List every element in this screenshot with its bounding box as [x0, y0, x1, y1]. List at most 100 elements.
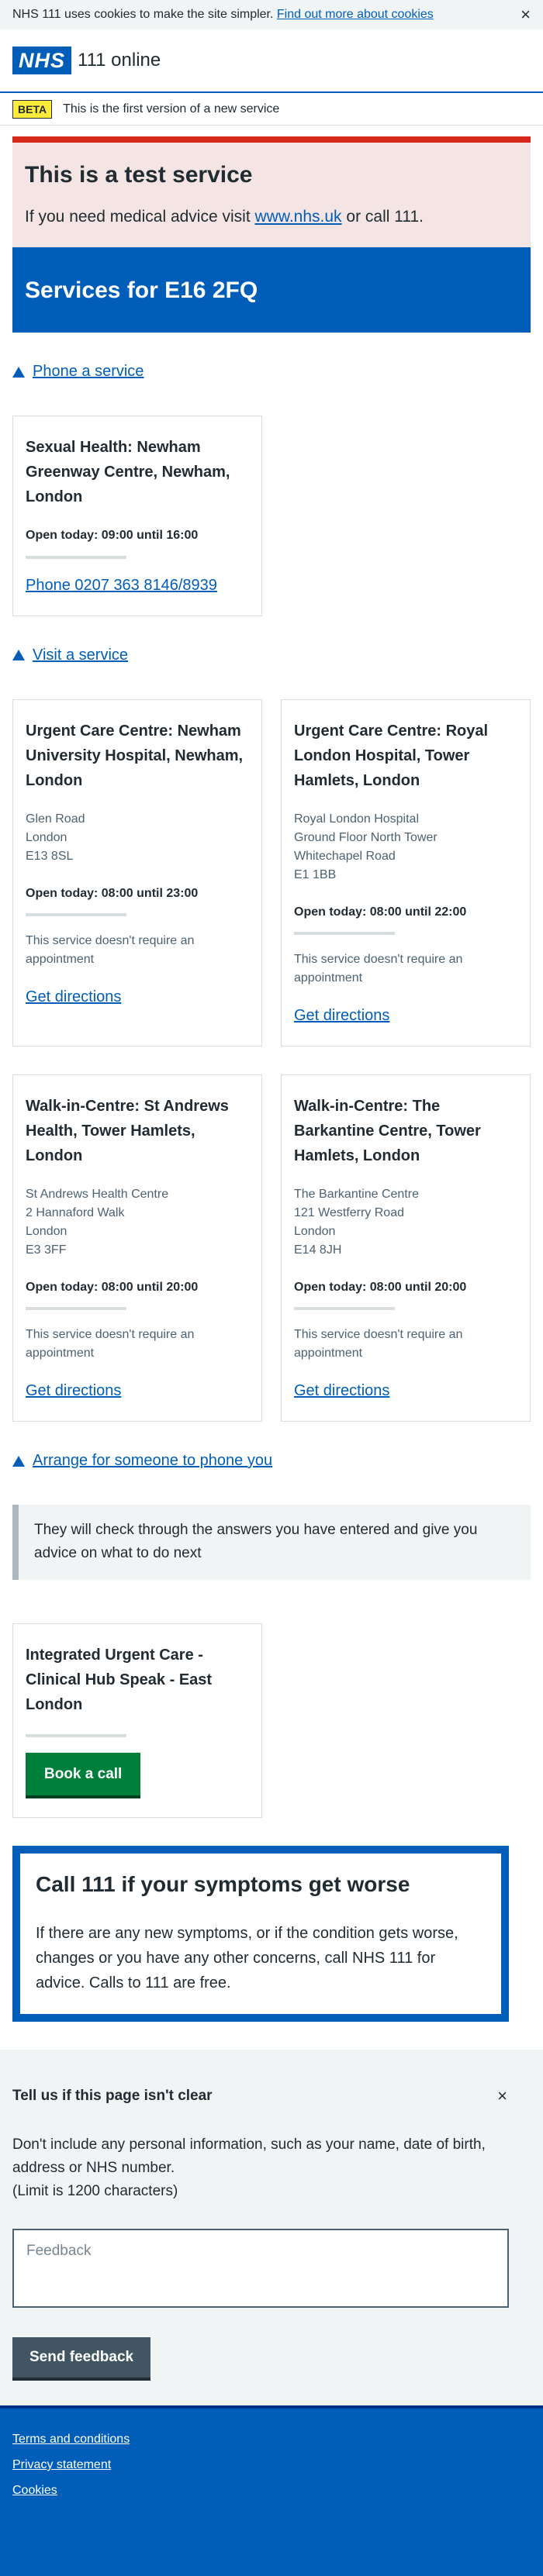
care-card-text: If there are any new symptoms, or if the…	[36, 1924, 458, 1991]
phone-link[interactable]: Phone 0207 363 8146/8939	[26, 577, 217, 594]
triangle-up-icon	[12, 366, 25, 378]
address-line: E13 8SL	[26, 849, 74, 863]
nhs-uk-link[interactable]: www.nhs.uk	[255, 208, 342, 226]
send-feedback-button[interactable]: Send feedback	[12, 2337, 151, 2381]
callback-toggle[interactable]: Arrange for someone to phone you	[12, 1450, 531, 1472]
divider	[26, 912, 126, 916]
opening-times: Open today: 09:00 until 16:00	[26, 529, 199, 543]
address-line: Whitechapel Road	[294, 849, 396, 863]
appointment-note: This service doesn't require an appointm…	[294, 1328, 463, 1360]
triangle-up-icon	[12, 650, 25, 661]
phone-service-cards: Sexual Health: Newham Greenway Centre, N…	[12, 416, 531, 616]
service-card-title: Walk-in-Centre: St Andrews Health, Tower…	[26, 1097, 229, 1164]
site-footer: Terms and conditions Privacy statement C…	[0, 2405, 543, 2576]
cookie-message: NHS 111 uses cookies to make the site si…	[12, 5, 434, 23]
service-card: Urgent Care Centre: Newham University Ho…	[12, 698, 262, 1047]
feedback-input[interactable]	[12, 2228, 509, 2308]
triangle-up-icon	[12, 1455, 25, 1467]
callback-toggle-label: Arrange for someone to phone you	[33, 1452, 273, 1469]
service-card-title: Integrated Urgent Care - Clinical Hub Sp…	[26, 1646, 213, 1713]
feedback-limit-text: (Limit is 1200 characters)	[12, 2183, 178, 2200]
address-line: Royal London Hospital	[294, 812, 419, 826]
opening-times: Open today: 08:00 until 22:00	[294, 905, 467, 919]
callback-info: They will check through the answers you …	[12, 1505, 531, 1580]
care-card-title: Call 111 if your symptoms get worse	[36, 1872, 410, 1897]
test-banner-text: If you need medical advice visit www.nhs…	[25, 205, 518, 229]
directions-link[interactable]: Get directions	[26, 1382, 121, 1399]
address-line: Ground Floor North Tower	[294, 830, 438, 844]
visit-service-toggle-label: Visit a service	[33, 646, 129, 664]
service-card-title: Walk-in-Centre: The Barkantine Centre, T…	[294, 1097, 481, 1164]
opening-times: Open today: 08:00 until 23:00	[26, 886, 199, 900]
page-title: Services for E16 2FQ	[12, 247, 531, 333]
cookie-text: NHS 111 uses cookies to make the site si…	[12, 8, 274, 22]
service-card: Sexual Health: Newham Greenway Centre, N…	[12, 416, 262, 616]
test-banner-title: This is a test service	[25, 162, 253, 188]
address-line: London	[26, 830, 67, 844]
phone-service-toggle-label: Phone a service	[33, 363, 144, 381]
address-line: 121 Westferry Road	[294, 1205, 404, 1219]
service-card: Walk-in-Centre: St Andrews Health, Tower…	[12, 1074, 262, 1422]
feedback-panel: Tell us if this page isn't clear × Don't…	[0, 2049, 543, 2405]
feedback-header: Tell us if this page isn't clear ×	[12, 2084, 531, 2109]
service-name[interactable]: 111 online	[78, 47, 161, 74]
service-card: Urgent Care Centre: Royal London Hospita…	[281, 698, 531, 1047]
service-card-title: Urgent Care Centre: Royal London Hospita…	[294, 722, 489, 789]
address-line: E14 8JH	[294, 1243, 342, 1257]
service-card-title: Urgent Care Centre: Newham University Ho…	[26, 722, 244, 789]
visit-service-row: Urgent Care Centre: Newham University Ho…	[12, 698, 531, 1047]
opening-times: Open today: 08:00 until 20:00	[294, 1280, 467, 1294]
callback-cards: Integrated Urgent Care - Clinical Hub Sp…	[12, 1623, 531, 1819]
test-banner-suffix: or call 111.	[346, 208, 424, 226]
service-card: Integrated Urgent Care - Clinical Hub Sp…	[12, 1623, 262, 1819]
footer-link-privacy[interactable]: Privacy statement	[12, 2456, 531, 2474]
address-line: 2 Hannaford Walk	[26, 1205, 125, 1219]
address-line: London	[26, 1224, 67, 1238]
footer-link-cookies[interactable]: Cookies	[12, 2481, 531, 2499]
appointment-note: This service doesn't require an appointm…	[294, 952, 463, 985]
address-line: E1 1BB	[294, 867, 337, 881]
divider	[294, 931, 395, 935]
divider	[26, 555, 126, 559]
visit-service-row: Walk-in-Centre: St Andrews Health, Tower…	[12, 1074, 531, 1422]
care-card: Call 111 if your symptoms get worse If t…	[12, 1846, 509, 2022]
nhs-logo[interactable]: NHS	[12, 47, 72, 74]
address-line: The Barkantine Centre	[294, 1187, 419, 1201]
beta-text: This is the first version of a new servi…	[63, 102, 280, 116]
close-icon[interactable]: ×	[521, 6, 531, 23]
beta-banner: BETA This is the first version of a new …	[0, 93, 543, 126]
directions-link[interactable]: Get directions	[26, 988, 121, 1005]
address-line: St Andrews Health Centre	[26, 1187, 169, 1201]
beta-tag: BETA	[12, 99, 53, 119]
site-header: NHS 111 online	[0, 29, 543, 93]
visit-service-toggle[interactable]: Visit a service	[12, 644, 531, 667]
address-line: London	[294, 1224, 336, 1238]
opening-times: Open today: 08:00 until 20:00	[26, 1280, 199, 1294]
appointment-note: This service doesn't require an appointm…	[26, 1328, 195, 1360]
service-address: Royal London Hospital Ground Floor North…	[294, 810, 517, 885]
appointment-note: This service doesn't require an appointm…	[26, 933, 195, 966]
cookie-info-link[interactable]: Find out more about cookies	[277, 8, 434, 21]
directions-link[interactable]: Get directions	[294, 1007, 389, 1024]
address-line: E3 3FF	[26, 1243, 67, 1257]
test-service-banner: This is a test service If you need medic…	[12, 136, 531, 248]
address-line: Glen Road	[26, 812, 85, 826]
service-card-title: Sexual Health: Newham Greenway Centre, N…	[26, 439, 230, 506]
feedback-privacy-text: Don't include any personal information, …	[12, 2136, 486, 2176]
cookie-banner: NHS 111 uses cookies to make the site si…	[0, 0, 543, 29]
close-icon[interactable]: ×	[497, 2084, 507, 2109]
feedback-title: Tell us if this page isn't clear	[12, 2087, 213, 2104]
service-address: St Andrews Health Centre 2 Hannaford Wal…	[26, 1185, 249, 1260]
main-content: This is a test service If you need medic…	[0, 136, 543, 2022]
divider	[294, 1307, 395, 1310]
service-card: Walk-in-Centre: The Barkantine Centre, T…	[281, 1074, 531, 1422]
book-call-button[interactable]: Book a call	[26, 1752, 141, 1799]
phone-service-toggle[interactable]: Phone a service	[12, 360, 531, 383]
test-banner-prefix: If you need medical advice visit	[25, 208, 251, 226]
directions-link[interactable]: Get directions	[294, 1382, 389, 1399]
divider	[26, 1307, 126, 1310]
divider	[26, 1733, 126, 1737]
service-address: The Barkantine Centre 121 Westferry Road…	[294, 1185, 517, 1260]
service-address: Glen Road London E13 8SL	[26, 810, 249, 866]
footer-link-terms[interactable]: Terms and conditions	[12, 2430, 531, 2448]
